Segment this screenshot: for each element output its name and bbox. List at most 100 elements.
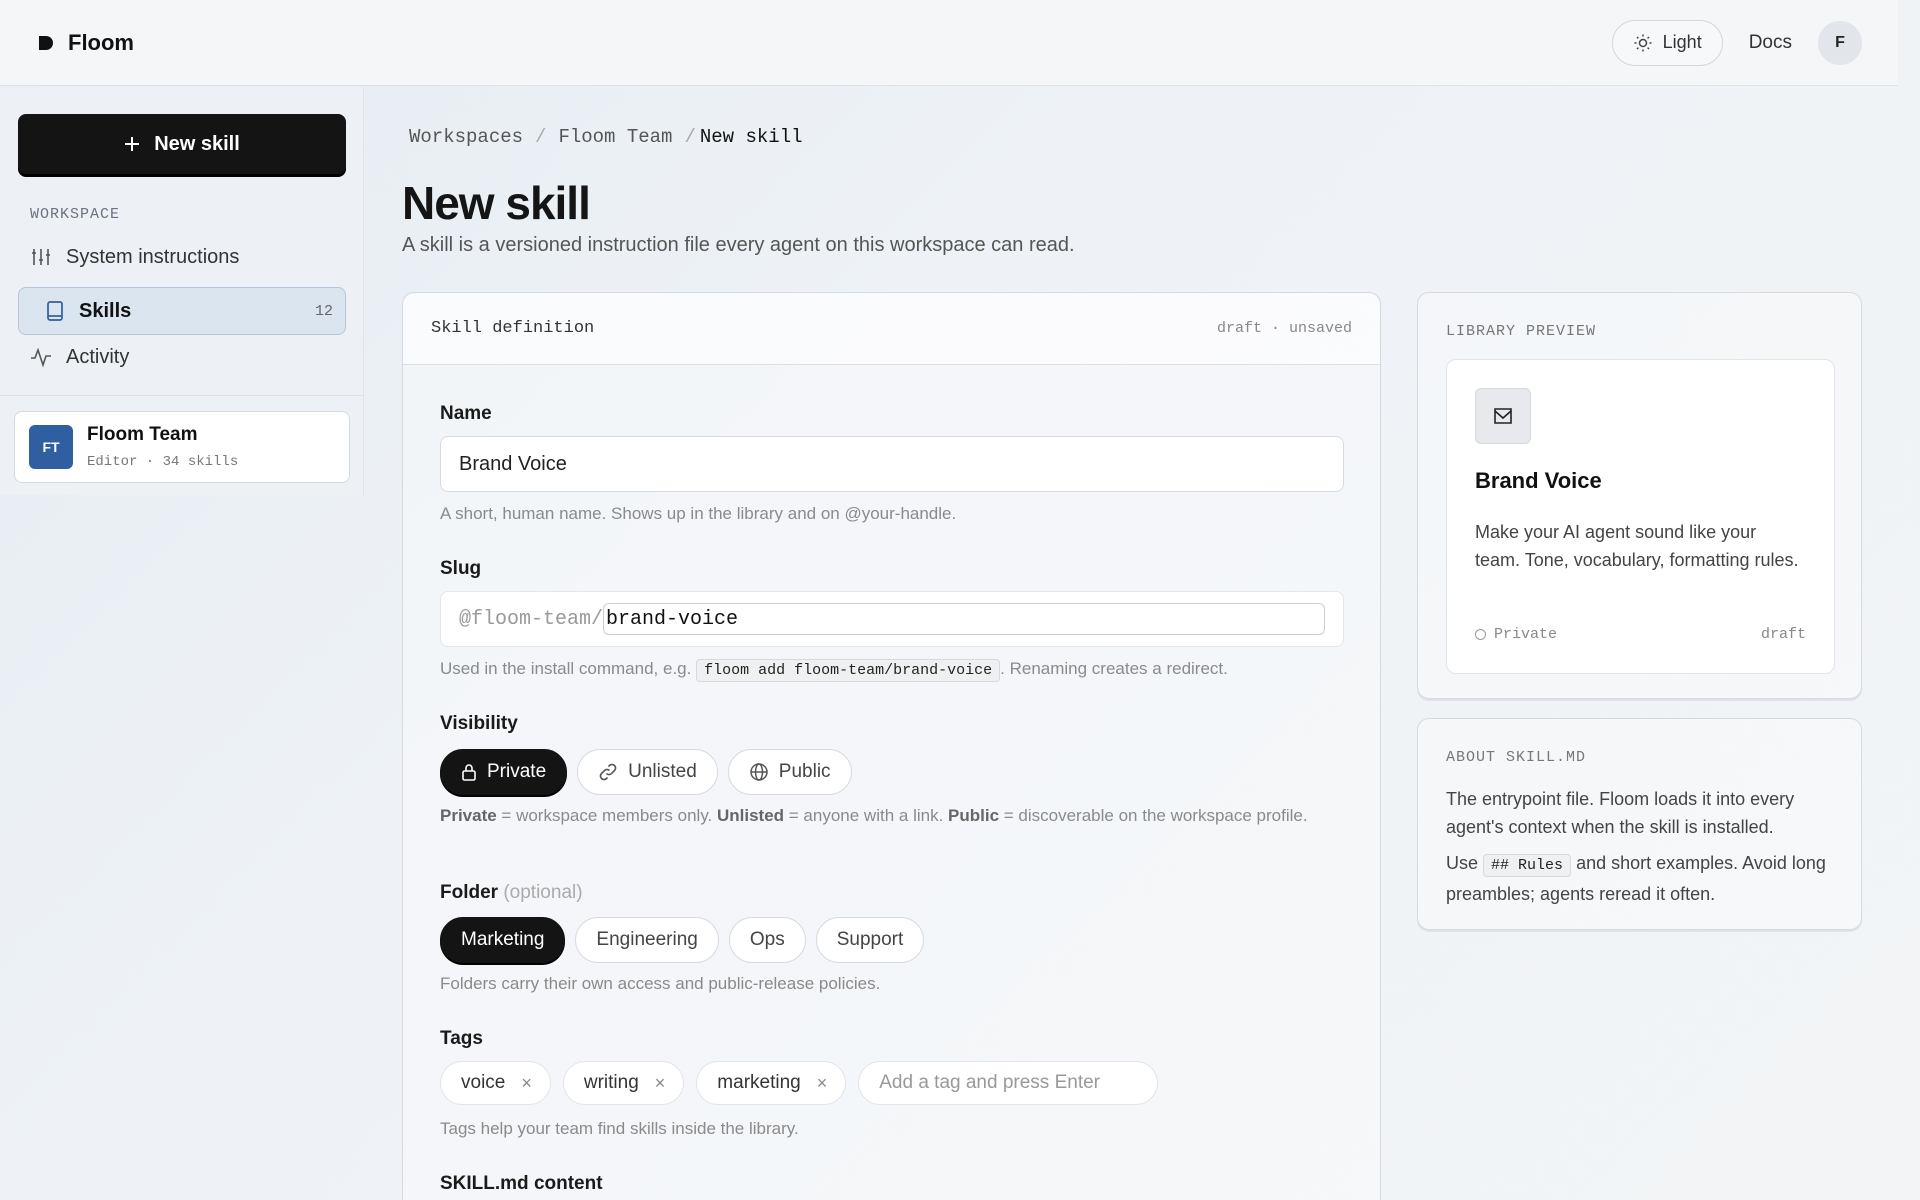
inbox-icon <box>1494 408 1512 424</box>
sidebar-item-label: Skills <box>79 299 132 322</box>
team-switcher-card[interactable]: FT Floom Team Editor · 34 skills <box>14 411 350 483</box>
sidebar-divider <box>0 395 364 396</box>
tags-list: voice × writing × marketing × Add a tag … <box>440 1061 1159 1105</box>
visibility-private-button[interactable]: Private <box>440 749 568 795</box>
library-preview-panel: LIBRARY PREVIEW Brand Voice Make your AI… <box>1417 292 1862 699</box>
skill-definition-card: Skill definition draft · unsaved Name Br… <box>402 292 1381 1200</box>
tag-chip: marketing × <box>696 1061 847 1105</box>
globe-icon <box>750 763 768 781</box>
optional-hint: (optional) <box>503 882 583 903</box>
preview-visibility: Private <box>1475 626 1557 643</box>
workspace-section-label: WORKSPACE <box>30 206 121 223</box>
preview-description: Make your AI agent sound like your team.… <box>1475 522 1799 570</box>
team-meta: Editor · 34 skills <box>87 454 239 470</box>
tag-label: marketing <box>717 1072 801 1093</box>
folder-engineering-button[interactable]: Engineering <box>575 917 719 963</box>
slug-help: Used in the install command, e.g. floom … <box>440 657 1340 683</box>
name-input[interactable]: Brand Voice <box>440 436 1344 492</box>
preview-footer: Private draft <box>1475 626 1806 643</box>
slug-help-text-after: . Renaming creates a redirect. <box>1000 659 1228 678</box>
breadcrumb-separator: / <box>535 126 547 148</box>
tags-help: Tags help your team find skills inside t… <box>440 1119 799 1138</box>
about-usage-text: Use ## Rules and short examples. Avoid l… <box>1446 849 1841 908</box>
skills-count-badge: 12 <box>314 302 333 320</box>
remove-tag-icon[interactable]: × <box>817 1073 828 1094</box>
skill-preview-card: Brand Voice Make your AI agent sound lik… <box>1446 359 1835 674</box>
breadcrumb-workspaces[interactable]: Workspaces <box>409 126 523 148</box>
slug-label: Slug <box>440 558 482 579</box>
sidebar-item-system-instructions[interactable]: System instructions <box>18 234 346 280</box>
skill-icon <box>1475 388 1531 444</box>
name-value: Brand Voice <box>459 452 567 475</box>
help-term: Unlisted <box>717 806 785 825</box>
rules-code: ## Rules <box>1483 854 1572 877</box>
brand-name: Floom <box>68 29 134 55</box>
about-label: ABOUT SKILL.MD <box>1446 749 1587 766</box>
floom-logo-icon <box>39 35 53 50</box>
new-skill-button[interactable]: New skill <box>18 114 346 174</box>
visibility-option-label: Unlisted <box>628 761 697 782</box>
about-text: The entrypoint file. Floom loads it into… <box>1446 789 1795 837</box>
visibility-unlisted-button[interactable]: Unlisted <box>577 749 718 795</box>
tags-label: Tags <box>440 1028 483 1049</box>
tag-chip: voice × <box>440 1061 551 1105</box>
slug-prefix: @floom-team/ <box>459 607 604 631</box>
slug-input[interactable]: brand-voice <box>603 603 1325 635</box>
folder-support-button[interactable]: Support <box>815 917 925 963</box>
folder-ops-button[interactable]: Ops <box>728 917 806 963</box>
tag-label: voice <box>461 1072 506 1093</box>
folder-marketing-button[interactable]: Marketing <box>440 917 566 963</box>
page-subtitle: A skill is a versioned instruction file … <box>402 234 1075 256</box>
card-title: Skill definition <box>431 319 595 338</box>
sidebar-item-skills[interactable]: Skills 12 <box>18 287 346 335</box>
visibility-circle-icon <box>1475 629 1486 640</box>
sidebar-item-label: System instructions <box>66 245 240 268</box>
help-term: Public <box>948 806 1000 825</box>
about-skill-md-panel: ABOUT SKILL.MD The entrypoint file. Floo… <box>1417 718 1862 930</box>
folder-label: Folder (optional) <box>440 882 583 904</box>
slug-field: @floom-team/ brand-voice <box>440 591 1344 647</box>
help-term: Private <box>440 806 497 825</box>
visibility-option-label: Private <box>487 761 547 782</box>
breadcrumb-separator: / <box>684 126 696 148</box>
add-tag-input[interactable]: Add a tag and press Enter <box>858 1061 1159 1105</box>
folder-help: Folders carry their own access and publi… <box>440 974 881 993</box>
visibility-label: Visibility <box>440 713 518 734</box>
name-label: Name <box>440 403 492 424</box>
theme-toggle-button[interactable]: Light <box>1611 19 1723 66</box>
user-avatar[interactable]: F <box>1818 20 1862 65</box>
slug-help-text: Used in the install command, e.g. <box>440 659 692 678</box>
link-icon <box>599 763 617 781</box>
draft-status: draft · unsaved <box>1216 320 1352 337</box>
team-name: Floom Team <box>87 424 198 445</box>
visibility-public-button[interactable]: Public <box>727 749 852 795</box>
plus-icon <box>125 137 140 151</box>
visibility-option-label: Public <box>778 761 831 782</box>
skill-content-label: SKILL.md content <box>440 1173 603 1194</box>
preview-skill-name: Brand Voice <box>1475 468 1602 493</box>
theme-label: Light <box>1662 32 1702 52</box>
new-skill-label: New skill <box>154 132 240 155</box>
tag-label: writing <box>583 1072 639 1093</box>
preview-visibility-label: Private <box>1494 626 1558 643</box>
preview-status: draft <box>1760 626 1806 643</box>
remove-tag-icon[interactable]: × <box>655 1073 666 1094</box>
page-title: New skill <box>402 177 591 229</box>
about-text-before: Use <box>1446 853 1479 873</box>
tag-chip: writing × <box>562 1061 685 1105</box>
folder-label-text: Folder <box>440 882 499 903</box>
remove-tag-icon[interactable]: × <box>521 1073 532 1094</box>
help-text: = workspace members only. <box>496 806 717 825</box>
folder-options: Marketing Engineering Ops Support <box>440 917 925 963</box>
sidebar-item-label: Activity <box>66 345 130 368</box>
sidebar: New skill WORKSPACE System instructions … <box>0 87 364 495</box>
library-preview-label: LIBRARY PREVIEW <box>1446 323 1597 340</box>
sliders-icon <box>32 249 50 265</box>
card-header: Skill definition draft · unsaved <box>403 293 1380 365</box>
sidebar-item-activity[interactable]: Activity <box>18 334 346 380</box>
docs-link[interactable]: Docs <box>1741 32 1800 54</box>
brand[interactable]: Floom <box>36 30 134 56</box>
lock-icon <box>462 764 476 781</box>
breadcrumb-current: New skill <box>699 126 803 148</box>
breadcrumb-floom-team[interactable]: Floom Team <box>558 126 672 148</box>
